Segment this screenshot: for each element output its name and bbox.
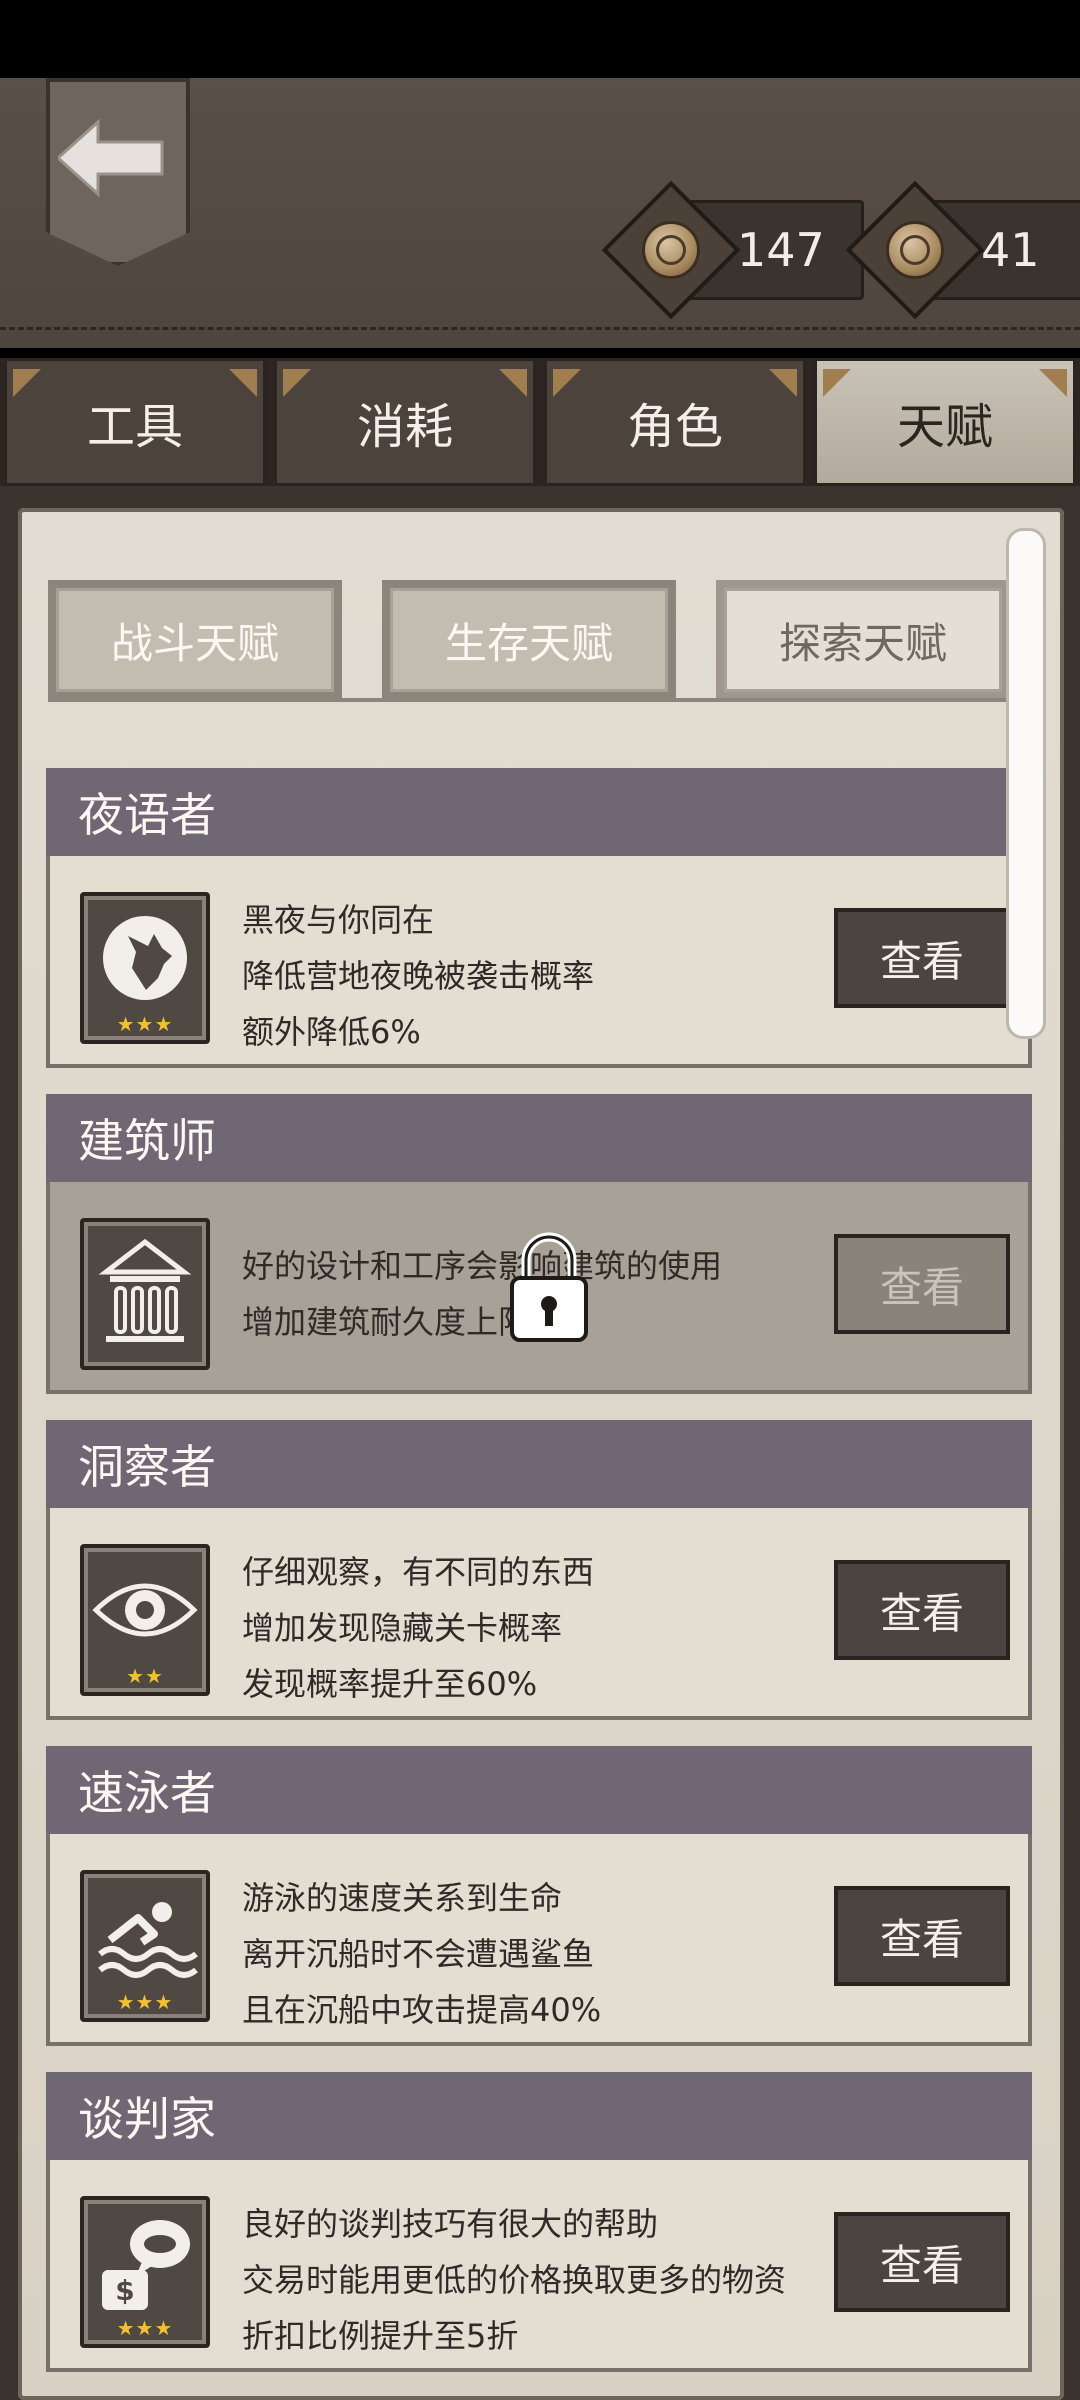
currency-value-2: 41 — [981, 223, 1040, 277]
scrollbar[interactable] — [1006, 528, 1046, 1039]
swimmer-icon: ★★★ — [80, 1870, 210, 2022]
view-button-disabled: 查看 — [834, 1234, 1010, 1334]
tab-tools[interactable]: 工具 — [4, 358, 266, 486]
talent-subtabs: 战斗天赋 生存天赋 探索天赋 — [48, 580, 1010, 700]
star-rating: ★★★ — [116, 2316, 174, 2340]
talent-title: 夜语者 — [46, 768, 1032, 856]
tab-talents[interactable]: 天赋 — [814, 358, 1076, 486]
desc-line: 好的设计和工序会影响建筑的使用 — [242, 1247, 723, 1285]
coin-icon — [886, 221, 944, 279]
subtab-survival-talents[interactable]: 生存天赋 — [382, 580, 676, 700]
talent-card-fast-swimmer: 速泳者 ★★★ 游泳的速度关系到生命 离开沉船时不会遭遇鲨鱼 且在沉船中攻击提高… — [46, 1746, 1032, 2046]
desc-line: 增加发现隐藏关卡概率 — [242, 1609, 563, 1647]
desc-line: 良好的谈判技巧有很大的帮助 — [242, 2205, 659, 2243]
talent-title: 洞察者 — [46, 1420, 1032, 1508]
desc-line: 仔细观察，有不同的东西 — [242, 1553, 595, 1591]
back-arrow-icon — [58, 118, 164, 198]
view-button[interactable]: 查看 — [834, 1886, 1010, 1986]
tab-label: 消耗 — [356, 399, 453, 455]
talent-title: 建筑师 — [46, 1094, 1032, 1182]
svg-text:$: $ — [115, 2274, 134, 2307]
negotiation-icon: $ ★★★ — [80, 2196, 210, 2348]
main-tabs: 工具 消耗 角色 天赋 — [0, 358, 1080, 486]
desc-line: 发现概率提升至60% — [242, 1665, 538, 1703]
desc-line: 游泳的速度关系到生命 — [242, 1879, 563, 1917]
lock-icon — [510, 1232, 588, 1342]
desc-line: 且在沉船中攻击提高40% — [242, 1991, 602, 2029]
building-icon — [80, 1218, 210, 1370]
star-rating: ★★★ — [116, 1012, 174, 1036]
talent-description: 游泳的速度关系到生命 离开沉船时不会遭遇鲨鱼 且在沉船中攻击提高40% — [242, 1870, 601, 2038]
view-button[interactable]: 查看 — [834, 2212, 1010, 2312]
talent-description: 好的设计和工序会影响建筑的使用 增加建筑耐久度上限 — [242, 1238, 722, 1350]
coin-icon — [642, 221, 700, 279]
talent-card-observer: 洞察者 ★★ 仔细观察，有不同的东西 增加发现隐藏关卡概率 发现概率提升至60%… — [46, 1420, 1032, 1720]
subtab-combat-talents[interactable]: 战斗天赋 — [48, 580, 342, 700]
talent-title: 谈判家 — [46, 2072, 1032, 2160]
wolf-icon: ★★★ — [80, 892, 210, 1044]
talent-card-night-whisperer: 夜语者 ★★★ 黑夜与你同在 降低营地夜晚被袭击概率 额外降低6% 查看 — [46, 768, 1032, 1068]
talent-description: 良好的谈判技巧有很大的帮助 交易时能用更低的价格换取更多的物资 折扣比例提升至5… — [242, 2196, 786, 2364]
tab-character[interactable]: 角色 — [544, 358, 806, 486]
talent-description: 仔细观察，有不同的东西 增加发现隐藏关卡概率 发现概率提升至60% — [242, 1544, 594, 1712]
desc-line: 降低营地夜晚被袭击概率 — [242, 957, 595, 995]
status-bar — [0, 0, 1080, 78]
view-button[interactable]: 查看 — [834, 908, 1010, 1008]
currency-value-1: 147 — [737, 223, 825, 277]
desc-line: 增加建筑耐久度上限 — [242, 1303, 531, 1341]
talent-card-architect: 建筑师 好的设计和工序会影响建筑的使用 增加建筑耐久度上限 查看 — [46, 1094, 1032, 1394]
subtab-exploration-talents[interactable]: 探索天赋 — [716, 580, 1010, 700]
tab-label: 工具 — [86, 399, 183, 455]
tab-consumables[interactable]: 消耗 — [274, 358, 536, 486]
tab-label: 角色 — [626, 399, 723, 455]
star-rating: ★★★ — [116, 1990, 174, 2014]
subtab-divider — [48, 698, 1008, 702]
currency-2: 41 — [845, 180, 1080, 320]
eye-icon: ★★ — [80, 1544, 210, 1696]
desc-line: 离开沉船时不会遭遇鲨鱼 — [242, 1935, 595, 1973]
talent-description: 黑夜与你同在 降低营地夜晚被袭击概率 额外降低6% — [242, 892, 594, 1060]
currency-1: 147 — [601, 180, 864, 320]
talent-title: 速泳者 — [46, 1746, 1032, 1834]
talent-card-negotiator: 谈判家 $ ★★★ 良好的谈判技巧有很大的帮助 交易时能用更低的价格换取更多的物… — [46, 2072, 1032, 2372]
desc-line: 折扣比例提升至5折 — [242, 2317, 519, 2355]
tab-label: 天赋 — [896, 399, 993, 455]
desc-line: 交易时能用更低的价格换取更多的物资 — [242, 2261, 787, 2299]
desc-line: 额外降低6% — [242, 1013, 421, 1051]
view-button[interactable]: 查看 — [834, 1560, 1010, 1660]
star-rating: ★★ — [126, 1664, 164, 1688]
desc-line: 黑夜与你同在 — [242, 901, 435, 939]
